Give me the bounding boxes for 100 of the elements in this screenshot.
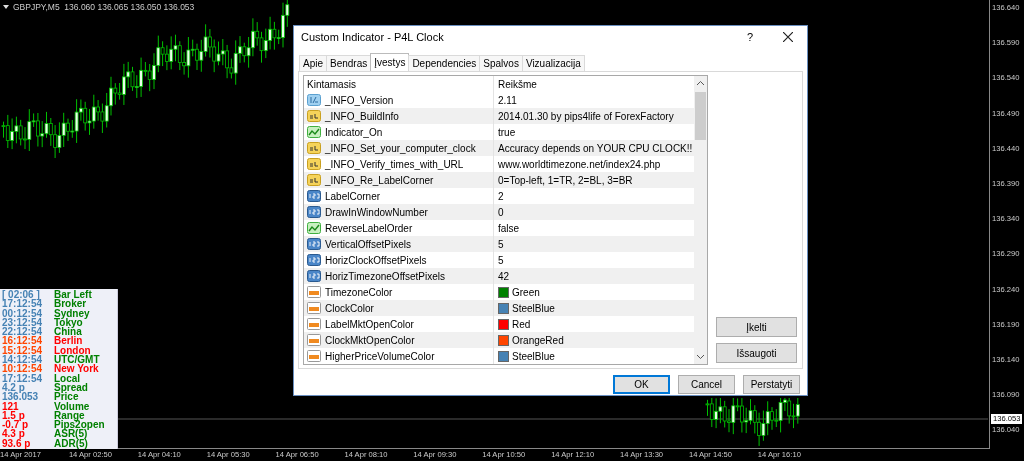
parameter-value[interactable]: 42 bbox=[498, 270, 510, 282]
integer-type-icon bbox=[307, 206, 321, 218]
scrollbar[interactable] bbox=[694, 76, 707, 364]
parameter-name: LabelCorner bbox=[325, 190, 381, 202]
parameter-value[interactable]: Green bbox=[512, 286, 540, 298]
clock-value: 22:12:54 bbox=[2, 327, 44, 337]
side-button[interactable]: Išsaugoti bbox=[716, 343, 797, 363]
scroll-up-icon[interactable] bbox=[697, 81, 704, 85]
clock-label: China bbox=[54, 327, 82, 337]
string-type-icon bbox=[307, 142, 321, 154]
tab[interactable]: Vizualizacija bbox=[521, 55, 585, 71]
tab[interactable]: Įvestys bbox=[370, 53, 410, 71]
clock-label: Berlin bbox=[54, 336, 83, 346]
parameter-value[interactable]: 5 bbox=[498, 254, 504, 266]
parameter-name: HorizTimezoneOffsetPixels bbox=[325, 270, 446, 282]
parameter-name: _INFO_Re_LabelCorner bbox=[325, 174, 434, 186]
side-button[interactable]: Įkelti bbox=[716, 317, 797, 337]
parameter-value[interactable]: 2014.01.30 by pips4life of ForexFactory bbox=[498, 110, 674, 122]
tab[interactable]: Bendras bbox=[326, 55, 372, 71]
integer-type-icon bbox=[307, 190, 321, 202]
integer-type-icon bbox=[307, 270, 321, 282]
parameter-name: VerticalOffsetPixels bbox=[325, 238, 411, 250]
parameter-name: HorizClockOffsetPixels bbox=[325, 254, 427, 266]
clock-label: Range bbox=[54, 410, 85, 421]
column-header[interactable]: Kintamasis bbox=[304, 76, 494, 92]
clock-label: New York bbox=[54, 364, 99, 374]
column-header[interactable]: Reikšme bbox=[494, 78, 694, 90]
color-type-icon bbox=[307, 334, 321, 346]
parameter-name: LabelMktOpenColor bbox=[325, 318, 414, 330]
parameter-value[interactable]: 0=Top-left, 1=TR, 2=BL, 3=BR bbox=[498, 174, 633, 186]
close-icon[interactable] bbox=[783, 32, 793, 42]
color-type-icon bbox=[307, 286, 321, 298]
string-type-icon bbox=[307, 174, 321, 186]
clock-label: UTC/GMT bbox=[54, 355, 100, 365]
clock-label: London bbox=[54, 345, 91, 356]
parameter-value[interactable]: 0 bbox=[498, 206, 504, 218]
parameter-value[interactable]: SteelBlue bbox=[512, 302, 555, 314]
clock-value: 14:12:54 bbox=[2, 355, 44, 365]
clock-value: 4.2 p bbox=[2, 382, 25, 393]
parameter-name: Indicator_On bbox=[325, 126, 383, 138]
clock-value: 10:12:54 bbox=[2, 364, 44, 374]
parameter-value[interactable]: OrangeRed bbox=[512, 334, 564, 346]
color-type-icon bbox=[307, 318, 321, 330]
clock-value: 136.053 bbox=[2, 392, 40, 402]
clock-value: 17:12:54 bbox=[2, 299, 44, 309]
dialog-button[interactable]: OK bbox=[613, 375, 670, 394]
string-type-icon bbox=[307, 110, 321, 122]
clock-value: 17:12:54 bbox=[2, 373, 44, 383]
scroll-down-icon[interactable] bbox=[697, 355, 704, 359]
parameter-value[interactable]: false bbox=[498, 222, 520, 234]
help-button[interactable]: ? bbox=[746, 31, 753, 43]
parameter-name: _INFO_Set_your_computer_clock bbox=[325, 142, 476, 154]
clock-value: -0.7 p bbox=[2, 420, 30, 430]
integer-type-icon bbox=[307, 238, 321, 250]
version-type-icon bbox=[307, 94, 321, 106]
dialog-button[interactable]: Cancel bbox=[678, 375, 735, 394]
clock-label: Pips2open bbox=[54, 420, 105, 430]
clock-label: Bar Left bbox=[54, 290, 92, 300]
dropdown-triangle-icon[interactable] bbox=[3, 5, 9, 9]
parameter-value[interactable]: 2 bbox=[498, 190, 504, 202]
clock-value: 1.5 p bbox=[2, 410, 26, 421]
symbol-quote: GBPJPY,M5 136.060 136.065 136.050 136.053 bbox=[13, 2, 195, 12]
clock-value: 121 bbox=[2, 401, 20, 411]
clock-label: Local bbox=[54, 373, 81, 383]
clock-value: 4.3 p bbox=[2, 429, 25, 439]
clock-value: 16:12:54 bbox=[2, 336, 44, 346]
parameter-name: ClockColor bbox=[325, 302, 374, 314]
tab[interactable]: Spalvos bbox=[479, 55, 523, 71]
clock-value: 00:12:54 bbox=[2, 308, 44, 318]
clock-label: Sydney bbox=[54, 308, 90, 318]
parameter-value[interactable]: SteelBlue bbox=[512, 350, 555, 362]
parameter-value[interactable]: Accuracy depends on YOUR CPU CLOCK!! bbox=[498, 142, 693, 154]
parameter-value[interactable]: 5 bbox=[498, 238, 504, 250]
parameter-name: DrawInWindowNumber bbox=[325, 206, 428, 218]
clock-value: [ 02:06 ] bbox=[2, 290, 40, 300]
clock-label: Spread bbox=[54, 382, 88, 393]
clock-label: ASR(5) bbox=[54, 429, 88, 439]
parameter-name: _INFO_BuildInfo bbox=[325, 110, 399, 122]
integer-type-icon bbox=[307, 254, 321, 266]
parameter-value[interactable]: Red bbox=[512, 318, 531, 330]
clock-value: 23:12:54 bbox=[2, 317, 44, 328]
clock-label: Broker bbox=[54, 299, 87, 309]
clock-label: Price bbox=[54, 392, 79, 402]
string-type-icon bbox=[307, 158, 321, 170]
parameter-name: TimezoneColor bbox=[325, 286, 393, 298]
tab[interactable]: Apie bbox=[299, 55, 327, 71]
scroll-thumb[interactable] bbox=[695, 92, 706, 140]
parameter-value[interactable]: true bbox=[498, 126, 516, 138]
color-type-icon bbox=[307, 350, 321, 362]
clock-value: 15:12:54 bbox=[2, 345, 44, 356]
parameter-value[interactable]: 2.11 bbox=[498, 94, 517, 106]
tab[interactable]: Dependencies bbox=[408, 55, 481, 71]
clock-label: Volume bbox=[54, 401, 90, 411]
window-title: Custom Indicator - P4L Clock bbox=[301, 31, 445, 43]
dialog-button[interactable]: Perstatyti bbox=[743, 375, 800, 394]
parameter-name: _INFO_Version bbox=[325, 94, 394, 106]
clock-label: Tokyo bbox=[54, 317, 83, 328]
color-type-icon bbox=[307, 302, 321, 314]
clock-value: 93.6 p bbox=[2, 438, 32, 449]
parameter-value[interactable]: www.worldtimezone.net/index24.php bbox=[498, 158, 661, 170]
